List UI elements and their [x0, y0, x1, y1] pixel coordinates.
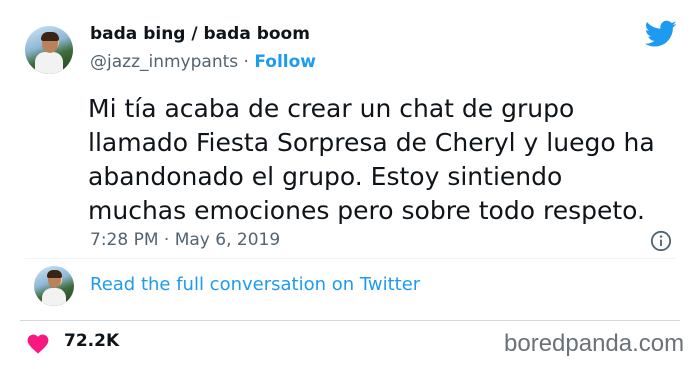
twitter-bird-icon[interactable]	[645, 20, 677, 48]
avatar-shirt	[42, 288, 66, 306]
tweet-line: Mi tía acaba de crear un chat de grupo	[88, 94, 575, 123]
user-handle[interactable]: @jazz_inmypants	[90, 52, 238, 72]
avatar-small[interactable]	[34, 266, 74, 306]
tweet-timestamp[interactable]: 7:28 PM · May 6, 2019	[90, 230, 280, 250]
divider	[25, 258, 675, 259]
divider	[20, 320, 680, 321]
avatar-hair	[41, 32, 59, 41]
avatar[interactable]	[25, 26, 73, 74]
info-icon[interactable]	[650, 230, 672, 252]
display-name[interactable]: bada bing / bada boom	[90, 24, 310, 44]
follow-button[interactable]: Follow	[254, 52, 316, 72]
separator-dot: ·	[243, 52, 249, 72]
avatar-shirt	[35, 52, 63, 74]
like-count: 72.2K	[64, 331, 120, 351]
watermark: boredpanda.com	[504, 330, 685, 357]
avatar-hair	[47, 270, 62, 278]
handle-line: @jazz_inmypants · Follow	[90, 52, 316, 72]
tweet-line: muchas emociones pero sobre todo respeto…	[88, 196, 645, 225]
read-conversation-link[interactable]: Read the full conversation on Twitter	[90, 274, 420, 295]
tweet-line: llamado Fiesta Sorpresa de Cheryl y lueg…	[88, 128, 655, 157]
tweet-line: abandonado el grupo. Estoy sintiendo	[88, 162, 563, 191]
tweet-text: Mi tía acaba de crear un chat de grupo l…	[88, 92, 688, 228]
heart-icon[interactable]	[26, 332, 50, 354]
